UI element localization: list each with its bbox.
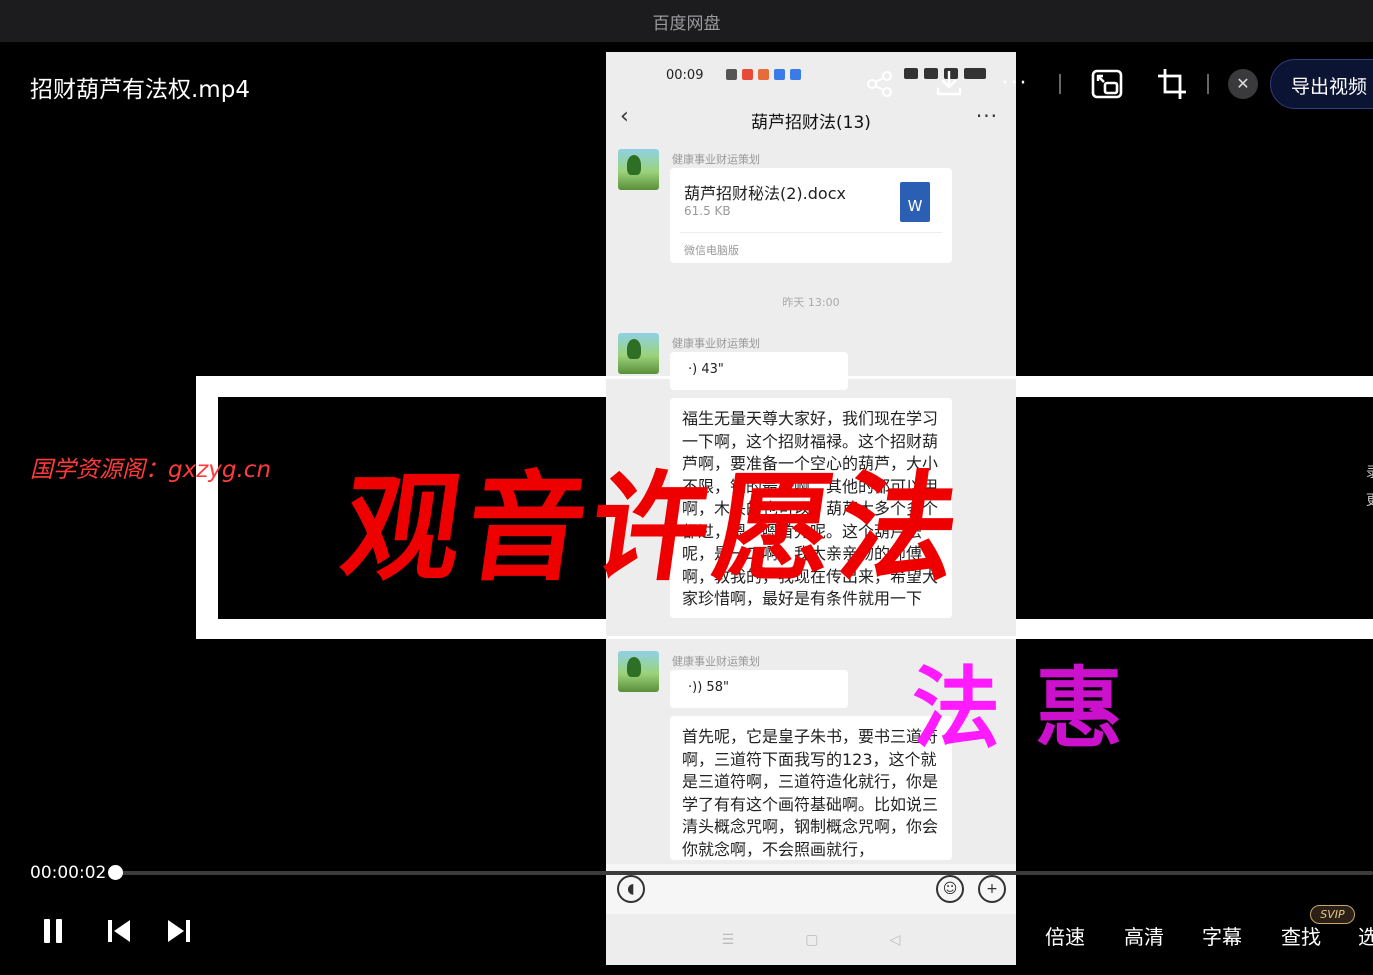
caption-frame-edge [1016,379,1373,397]
crop-icon[interactable] [1155,66,1189,102]
voice-input-icon: ◖ [617,875,645,903]
download-icon[interactable] [932,66,966,100]
caption-panel-right [1016,397,1373,619]
subtitle-button[interactable]: 字幕 [1202,921,1242,950]
progress-handle[interactable] [108,865,123,880]
close-button[interactable]: ✕ [1228,69,1258,99]
file-size: 61.5 KB [684,204,731,218]
video-file-title: 招财葫芦有法权.mp4 [30,77,250,103]
svip-badge: SVIP [1310,905,1355,924]
caption-frame-edge [199,379,606,397]
file-message-card: 葫芦招财秘法(2).docx 61.5 KB W 微信电脑版 [670,168,952,263]
previous-button[interactable] [106,916,134,946]
quality-button[interactable]: 高清 [1124,921,1164,950]
overlay-sub-char: 法 [912,656,1001,760]
divider [680,232,942,233]
watermark-text: 国学资源阁：gxzyg.cn [30,457,272,483]
file-name: 葫芦招财秘法(2).docx [684,184,846,203]
back-nav-icon: ◁ [889,931,901,948]
overlay-sub-char: 惠 [1035,656,1124,760]
overlay-title: 观音许愿法 [333,458,974,597]
playback-timecode: 00:00:02 [30,863,107,883]
voice-transcript: 首先呢，它是皇子朱书，要书三道符啊，三道符下面我写的123，这个就是三道符啊，三… [670,716,952,860]
more-icon[interactable]: ··· [998,71,1032,96]
voice-message: ·)) 58" [670,670,848,708]
pause-icon [44,919,62,943]
sender-name: 健康事业财运策划 [672,337,760,350]
window-title-bar: 百度网盘 [0,0,1373,42]
pause-button[interactable] [42,916,66,946]
window-title: 百度网盘 [652,13,721,34]
side-caption-glyph: 更 [1366,490,1373,510]
phone-status-icons [726,69,801,80]
toolbar-separator [1207,74,1209,94]
toolbar-separator [1059,74,1061,94]
file-source: 微信电脑版 [684,244,739,257]
voice-duration: 43" [701,362,724,377]
emoji-icon: ☺ [936,875,964,903]
more-playback-button[interactable]: 选 [1358,921,1373,950]
caption-frame-edge [199,619,606,636]
menu-nav-icon: ☰ [721,931,735,948]
export-video-button[interactable]: 导出视频 [1270,59,1373,109]
sender-name: 健康事业财运策划 [672,153,760,166]
sender-avatar [618,651,659,692]
find-button[interactable]: 查找 [1281,921,1321,950]
skip-next-icon [168,920,190,942]
phone-status-time: 00:09 [666,68,704,83]
caption-frame-edge [199,379,218,636]
phone-chat-title: 葫芦招财法(13) [751,113,871,133]
side-caption-glyph: 录 [1366,462,1373,482]
plus-icon: + [978,875,1006,903]
sender-avatar [618,149,659,190]
skip-previous-icon [108,920,130,942]
share-icon[interactable] [864,68,896,100]
sender-avatar [618,333,659,374]
chat-time-divider: 昨天 13:00 [782,296,840,309]
picture-in-picture-icon[interactable] [1088,66,1126,102]
next-button[interactable] [164,916,192,946]
sender-name: 健康事业财运策划 [672,655,760,668]
speed-button[interactable]: 倍速 [1045,921,1085,950]
voice-duration: 58" [706,680,729,695]
word-doc-icon: W [900,182,930,222]
progress-track[interactable] [116,871,1373,875]
phone-nav-bar: ☰ ▢ ◁ [606,914,1016,965]
home-nav-icon: ▢ [805,931,819,948]
phone-more-icon: ··· [975,104,998,128]
caption-frame-edge [1016,619,1373,636]
